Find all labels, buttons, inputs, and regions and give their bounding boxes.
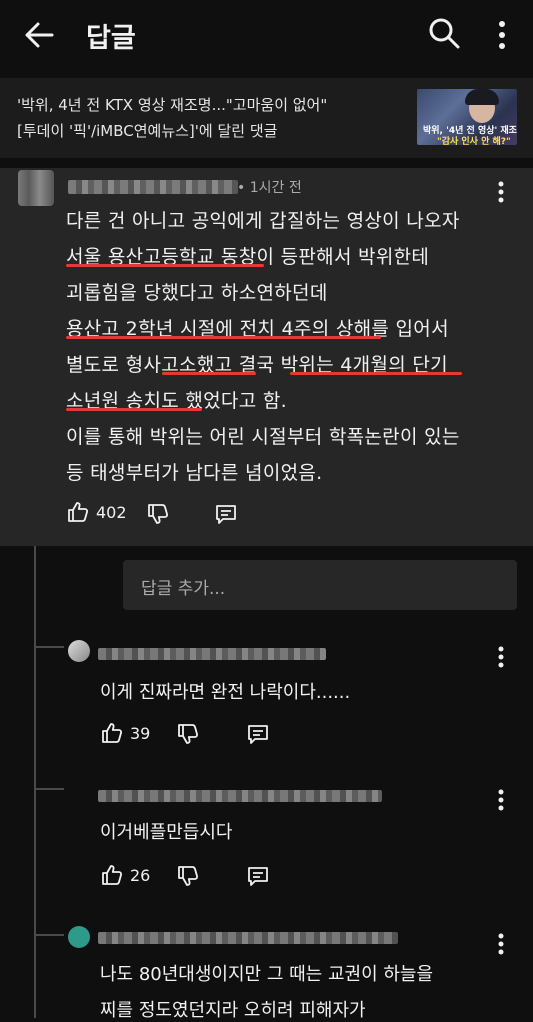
reply-input-placeholder: 답글 추가... bbox=[141, 579, 226, 599]
thumbs-down-icon[interactable] bbox=[176, 722, 200, 746]
more-vertical-icon[interactable] bbox=[493, 180, 509, 204]
reply-icon[interactable] bbox=[214, 502, 238, 526]
like-button[interactable]: 39 bbox=[100, 721, 150, 745]
thumbs-up-icon bbox=[102, 865, 123, 885]
app-header: 답글 bbox=[0, 0, 533, 70]
thread-branch bbox=[34, 934, 64, 936]
thumbs-up-icon bbox=[102, 723, 123, 743]
video-title: '박위, 4년 전 KTX 영상 재조명..."고마움이 없어" bbox=[17, 96, 328, 114]
arrow-left-icon[interactable] bbox=[22, 18, 56, 52]
reply-input[interactable]: 답글 추가... bbox=[123, 560, 517, 610]
avatar[interactable] bbox=[68, 640, 90, 662]
author-name-redacted bbox=[98, 932, 398, 944]
highlight-underline bbox=[290, 372, 462, 375]
author-name-redacted bbox=[68, 180, 238, 194]
more-vertical-icon[interactable] bbox=[492, 19, 512, 51]
more-vertical-icon[interactable] bbox=[493, 932, 509, 956]
avatar[interactable] bbox=[18, 170, 54, 206]
comment-line: 괴롭힘을 당했다고 하소연하던데 bbox=[66, 282, 328, 304]
reply-text: 찌를 정도였던지라 오히려 피해자가 bbox=[100, 1000, 366, 1021]
avatar[interactable] bbox=[68, 926, 90, 948]
like-button[interactable]: 402 bbox=[66, 500, 127, 524]
thumbs-up-icon bbox=[68, 502, 89, 522]
like-count: 39 bbox=[130, 723, 151, 743]
video-source: [투데이 '픽'/iMBC연예뉴스]'에 달린 댓글 bbox=[17, 122, 278, 140]
comment-time: • 1시간 전 bbox=[237, 180, 302, 196]
page-title: 답글 bbox=[86, 23, 136, 54]
like-button[interactable]: 26 bbox=[100, 863, 150, 887]
author-name-redacted bbox=[98, 790, 382, 802]
thumbs-down-icon[interactable] bbox=[176, 864, 200, 888]
video-reference-card[interactable]: '박위, 4년 전 KTX 영상 재조명..."고마움이 없어" [투데이 '픽… bbox=[0, 78, 533, 158]
thumbnail-hair bbox=[465, 89, 499, 105]
highlight-underline bbox=[66, 408, 202, 411]
reply-text: 나도 80년대생이지만 그 때는 교권이 하늘을 bbox=[100, 964, 434, 985]
like-count: 26 bbox=[130, 865, 151, 885]
thumbs-down-icon[interactable] bbox=[146, 502, 170, 526]
reply-icon[interactable] bbox=[246, 864, 270, 888]
highlight-underline bbox=[162, 372, 256, 375]
highlight-underline bbox=[66, 264, 264, 267]
search-icon[interactable] bbox=[428, 17, 460, 49]
reply-icon[interactable] bbox=[246, 722, 270, 746]
like-count: 402 bbox=[96, 502, 127, 522]
comment-line: 등 태생부터가 남다른 념이었음. bbox=[66, 462, 323, 484]
reply-text: 이게 진짜라면 완전 나락이다...... bbox=[100, 682, 351, 703]
reply-text: 이거베플만듭시다 bbox=[100, 822, 233, 843]
more-vertical-icon[interactable] bbox=[493, 788, 509, 812]
thread-branch bbox=[34, 788, 64, 790]
video-thumbnail[interactable]: 박위, '4년 전 영상' 재조명 "감사 인사 안 해?" bbox=[417, 89, 517, 145]
more-vertical-icon[interactable] bbox=[493, 645, 509, 669]
thread-branch bbox=[34, 646, 64, 648]
comment-line: 이를 통해 박위는 어린 시절부터 학폭논란이 있는 bbox=[66, 426, 460, 448]
author-name-redacted bbox=[98, 648, 326, 660]
thumbnail-subcaption: "감사 인사 안 해?" bbox=[437, 137, 511, 145]
comment-line: 다른 건 아니고 공익에게 갑질하는 영상이 나오자 bbox=[66, 210, 460, 232]
highlight-underline bbox=[66, 336, 381, 339]
main-comment: • 1시간 전 다른 건 아니고 공익에게 갑질하는 영상이 나오자 서울 용산… bbox=[0, 168, 533, 546]
